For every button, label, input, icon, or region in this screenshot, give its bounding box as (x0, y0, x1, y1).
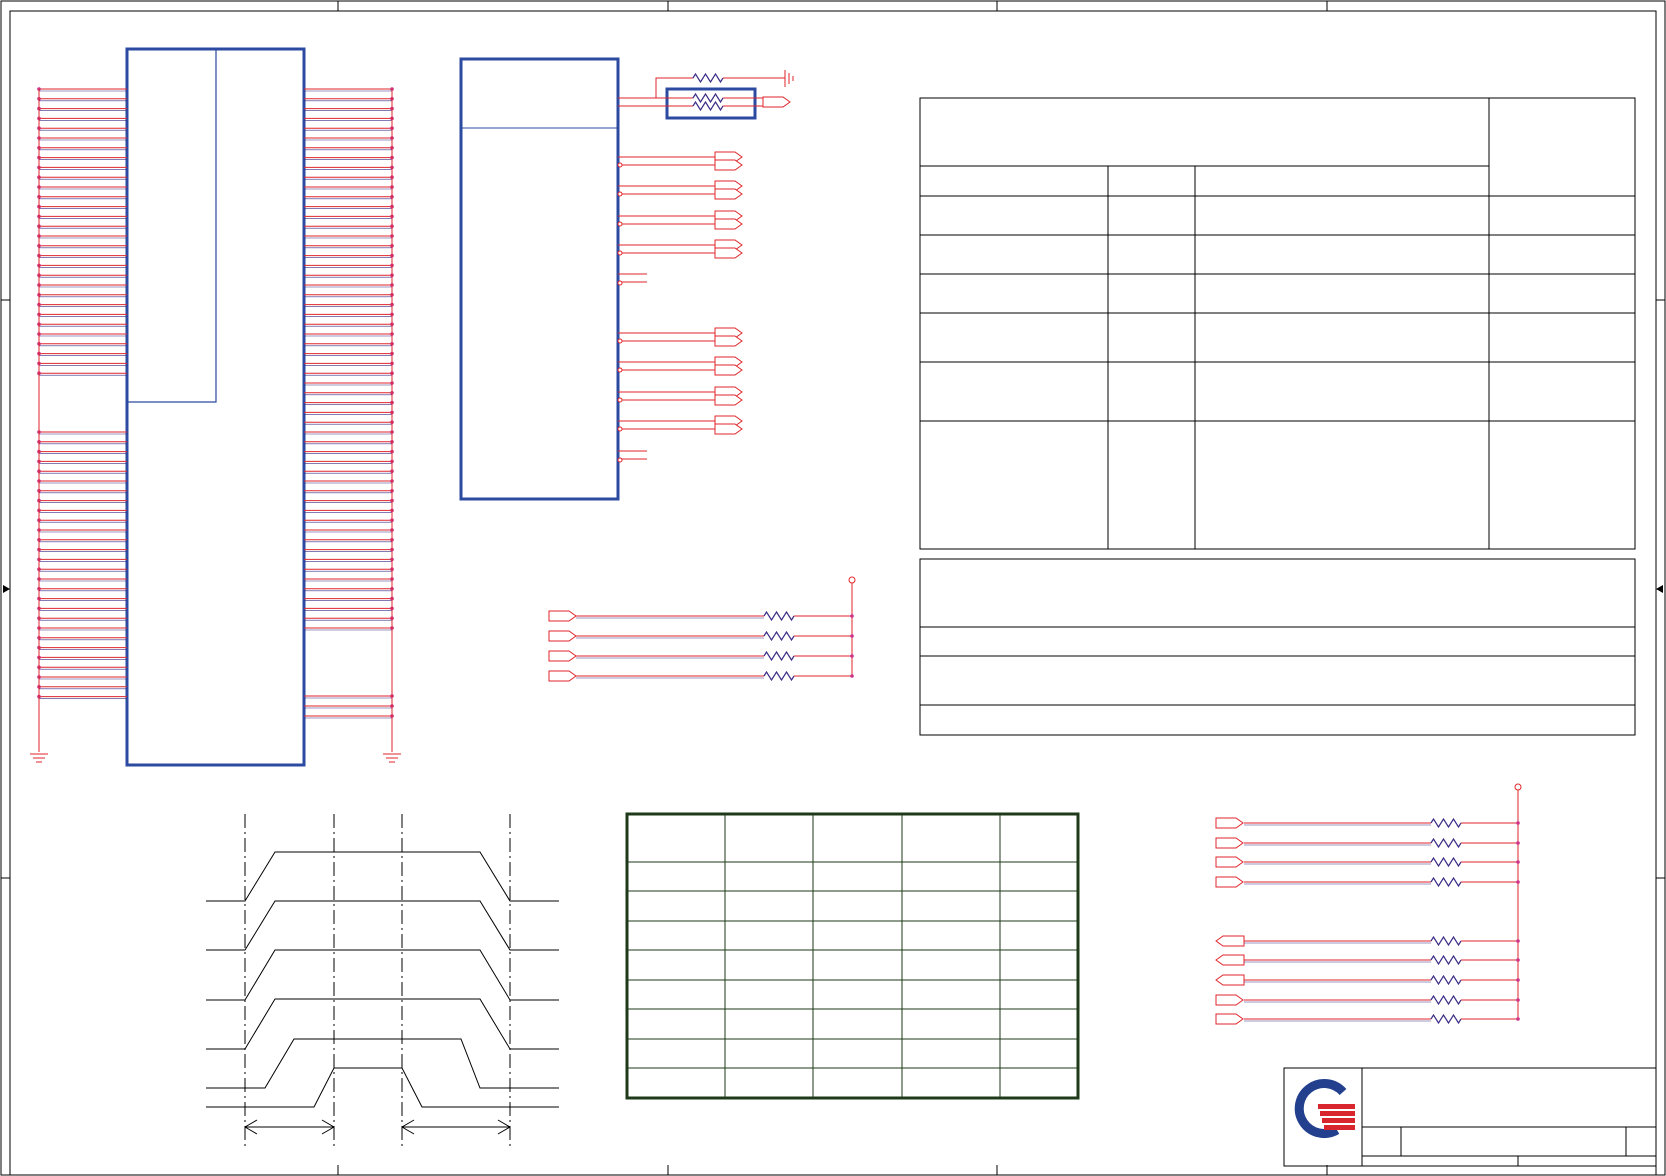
resistor-symbol (692, 72, 724, 84)
junction-dot (1516, 821, 1520, 825)
offpage-connector-icon (762, 96, 791, 108)
timing-waveform (206, 1038, 559, 1089)
offpage-connector-icon (1215, 837, 1244, 849)
component-outline (459, 57, 620, 501)
pin-dot (617, 221, 623, 227)
offpage-connector-icon (714, 364, 743, 376)
junction-dot (850, 654, 854, 658)
offpage-connector-icon (714, 335, 743, 347)
schematic-sheet (0, 0, 1666, 1176)
config-grid (625, 812, 1080, 1100)
offpage-connector-icon (1215, 974, 1245, 986)
resistor-symbol (1430, 817, 1462, 829)
pullup-networks (548, 576, 1522, 1025)
pin-dot (617, 457, 623, 463)
offpage-connector-icon (714, 247, 743, 259)
pin-dot (617, 250, 623, 256)
offpage-connector-icon (548, 670, 577, 682)
offpage-connector-icon (714, 218, 743, 230)
junction-dot (850, 674, 854, 678)
junction-dot (1516, 939, 1520, 943)
pin-dot (617, 426, 623, 432)
timing-diagram (206, 814, 559, 1146)
junction-dot (850, 634, 854, 638)
junction-dot (1516, 998, 1520, 1002)
power-rail-icon (1514, 783, 1522, 791)
resistor-symbol (1430, 1013, 1462, 1025)
pin-dot (617, 367, 623, 373)
junction-dot (1516, 860, 1520, 864)
offpage-connector-icon (714, 423, 743, 435)
logo-stripe (1322, 1118, 1355, 1123)
logo-stripe (1320, 1111, 1355, 1116)
offpage-connector-icon (1215, 876, 1244, 888)
notes-table-outline (919, 558, 1636, 736)
resistor-symbol (763, 670, 795, 682)
logo-stripe (1318, 1104, 1355, 1109)
power-rail-icon (848, 576, 856, 584)
connector-component (30, 47, 401, 767)
frame-arrows (3, 585, 1663, 593)
notes-table (919, 558, 1636, 736)
offpage-connector-icon (714, 394, 743, 406)
resistor-symbol (1430, 974, 1462, 986)
resistor-symbol (1430, 954, 1462, 966)
logo-stripe (1324, 1125, 1355, 1130)
offpage-connector-icon (1215, 1013, 1244, 1025)
pin-dot (617, 162, 623, 168)
offpage-connector-icon (1215, 935, 1245, 947)
resistor-symbol (1430, 935, 1462, 947)
offpage-connector-icon (714, 188, 743, 200)
title-block-outline (1283, 1067, 1657, 1167)
resistor-pack-outline (665, 87, 757, 120)
timing-arrow (244, 1119, 335, 1135)
junction-dot (1516, 841, 1520, 845)
timing-waveform (206, 851, 559, 902)
spec-table (919, 97, 1636, 550)
resistor-symbol (692, 100, 724, 112)
offpage-connector-icon (548, 630, 577, 642)
resistor-symbol (1430, 876, 1462, 888)
pin-dot (617, 397, 623, 403)
junction-dot (850, 614, 854, 618)
resistor-symbol (763, 650, 795, 662)
component-section (127, 49, 217, 403)
timing-waveform (206, 900, 559, 951)
resistor-symbol (692, 92, 724, 104)
pin-dot (617, 338, 623, 344)
offpage-connector-icon (548, 610, 577, 622)
offpage-connector-icon (548, 650, 577, 662)
offpage-connector-icon (1215, 817, 1244, 829)
resistor-symbol (763, 610, 795, 622)
junction-dot (1516, 880, 1520, 884)
resistor-symbol (763, 630, 795, 642)
junction-dot (1516, 1017, 1520, 1021)
sheet-frame (0, 0, 1666, 1176)
timing-arrow (401, 1119, 511, 1135)
offpage-connector-icon (1215, 954, 1245, 966)
junction-dot (1516, 958, 1520, 962)
offpage-connector-icon (714, 159, 743, 171)
offpage-connector-icon (1215, 994, 1244, 1006)
resistor-symbol (1430, 856, 1462, 868)
resistor-symbol (1430, 994, 1462, 1006)
resistor-symbol (1430, 837, 1462, 849)
offpage-connector-icon (1215, 856, 1244, 868)
buffer-component (459, 57, 794, 501)
timing-waveform (206, 998, 559, 1050)
pin-dot (617, 191, 623, 197)
pin-dot (617, 280, 623, 286)
timing-waveform (206, 949, 559, 1001)
config-grid-outline (625, 812, 1080, 1100)
title-block (1283, 1067, 1657, 1167)
junction-dot (1516, 978, 1520, 982)
company-logo-icon (1294, 1079, 1355, 1138)
